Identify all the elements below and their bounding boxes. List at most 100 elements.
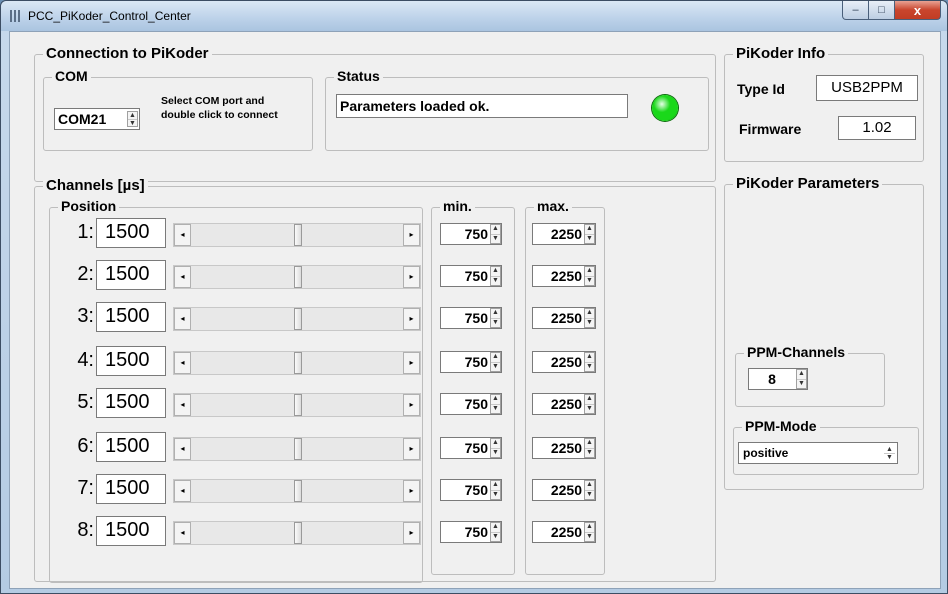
channel-max-spinner[interactable]: ▲ ▼ [584,522,595,542]
channel-max-spinner[interactable]: ▲ ▼ [584,224,595,244]
title-bar[interactable]: PCC_PiKoder_Control_Center – □ x [1,1,947,31]
channel-max-spinner[interactable]: ▲ ▼ [584,352,595,372]
ppm-channels-spinner[interactable]: ▲ ▼ [796,369,807,389]
slider-left-arrow-icon[interactable]: ◂ [174,266,191,288]
channel-value-input[interactable]: 1500 [96,388,166,418]
channel-value-input[interactable]: 1500 [96,474,166,504]
slider-thumb[interactable] [294,522,302,544]
ppm-mode-group: PPM-Mode positive ▲ ▼ [733,418,919,475]
ppm-mode-value: positive [743,446,789,460]
slider-left-arrow-icon[interactable]: ◂ [174,480,191,502]
channel-max-input[interactable]: 2250 ▲ ▼ [532,223,596,245]
slider-right-arrow-icon[interactable]: ▸ [403,352,420,374]
slider-right-arrow-icon[interactable]: ▸ [403,522,420,544]
channel-min-input[interactable]: 750 ▲ ▼ [440,479,502,501]
channel-max-input[interactable]: 2250 ▲ ▼ [532,479,596,501]
parameters-group: PiKoder Parameters PPM-Channels 8 ▲ ▼ PPM… [724,175,924,490]
com-group-title: COM [52,68,91,84]
channel-max-input[interactable]: 2250 ▲ ▼ [532,393,596,415]
ppm-channels-input[interactable]: 8 ▲ ▼ [748,368,808,390]
slider-left-arrow-icon[interactable]: ◂ [174,522,191,544]
channel-slider[interactable]: ◂ ▸ [173,521,421,545]
maximize-button[interactable]: □ [869,1,895,20]
close-button[interactable]: x [895,1,941,20]
slider-thumb[interactable] [294,352,302,374]
channel-min-input[interactable]: 750 ▲ ▼ [440,521,502,543]
slider-right-arrow-icon[interactable]: ▸ [403,480,420,502]
slider-right-arrow-icon[interactable]: ▸ [403,308,420,330]
channel-row: 2: 1500 ◂ ▸ [56,260,476,294]
channel-min-input[interactable]: 750 ▲ ▼ [440,351,502,373]
channel-min-spinner[interactable]: ▲ ▼ [490,308,501,328]
channel-number: 6: [77,435,94,457]
channel-min-spinner[interactable]: ▲ ▼ [490,438,501,458]
slider-thumb[interactable] [294,480,302,502]
channel-min-input[interactable]: 750 ▲ ▼ [440,437,502,459]
channel-row: 5: 1500 ◂ ▸ [56,388,476,422]
ppm-mode-spinner[interactable]: ▲ ▼ [884,446,895,461]
channel-min-input[interactable]: 750 ▲ ▼ [440,223,502,245]
slider-right-arrow-icon[interactable]: ▸ [403,394,420,416]
channel-slider[interactable]: ◂ ▸ [173,265,421,289]
minimize-button[interactable]: – [842,1,869,20]
slider-right-arrow-icon[interactable]: ▸ [403,224,420,246]
channel-max-input[interactable]: 2250 ▲ ▼ [532,307,596,329]
channel-slider[interactable]: ◂ ▸ [173,393,421,417]
channel-max-spinner[interactable]: ▲ ▼ [584,480,595,500]
position-group-title: Position [58,198,120,214]
max-group: max. [525,198,605,575]
com-port-select[interactable]: COM21 ▲ ▼ [54,108,140,130]
channel-max-spinner[interactable]: ▲ ▼ [584,394,595,414]
channel-max-input[interactable]: 2250 ▲ ▼ [532,437,596,459]
channel-max-value: 2250 [550,440,582,456]
slider-right-arrow-icon[interactable]: ▸ [403,438,420,460]
slider-thumb[interactable] [294,394,302,416]
channel-slider[interactable]: ◂ ▸ [173,223,421,247]
channel-min-spinner[interactable]: ▲ ▼ [490,352,501,372]
slider-left-arrow-icon[interactable]: ◂ [174,308,191,330]
slider-right-arrow-icon[interactable]: ▸ [403,266,420,288]
channel-value-input[interactable]: 1500 [96,432,166,462]
channel-max-input[interactable]: 2250 ▲ ▼ [532,521,596,543]
slider-left-arrow-icon[interactable]: ◂ [174,394,191,416]
channel-min-input[interactable]: 750 ▲ ▼ [440,307,502,329]
channel-min-input[interactable]: 750 ▲ ▼ [440,265,502,287]
channel-slider[interactable]: ◂ ▸ [173,307,421,331]
connection-group: Connection to PiKoder COM COM21 ▲ ▼ Selec… [34,45,716,182]
slider-left-arrow-icon[interactable]: ◂ [174,352,191,374]
channel-max-spinner[interactable]: ▲ ▼ [584,438,595,458]
com-port-spinner[interactable]: ▲ ▼ [127,111,138,127]
channel-value-input[interactable]: 1500 [96,302,166,332]
channel-min-spinner[interactable]: ▲ ▼ [490,480,501,500]
slider-left-arrow-icon[interactable]: ◂ [174,224,191,246]
channel-min-input[interactable]: 750 ▲ ▼ [440,393,502,415]
channel-min-spinner[interactable]: ▲ ▼ [490,266,501,286]
slider-thumb[interactable] [294,224,302,246]
slider-thumb[interactable] [294,308,302,330]
channel-max-input[interactable]: 2250 ▲ ▼ [532,265,596,287]
channel-value-input[interactable]: 1500 [96,346,166,376]
com-port-value: COM21 [58,111,107,127]
slider-left-arrow-icon[interactable]: ◂ [174,438,191,460]
channel-slider[interactable]: ◂ ▸ [173,351,421,375]
channel-value-input[interactable]: 1500 [96,260,166,290]
channel-min-spinner[interactable]: ▲ ▼ [490,394,501,414]
slider-thumb[interactable] [294,438,302,460]
channel-slider[interactable]: ◂ ▸ [173,479,421,503]
ppm-mode-title: PPM-Mode [742,418,820,434]
channel-max-spinner[interactable]: ▲ ▼ [584,308,595,328]
channel-slider[interactable]: ◂ ▸ [173,437,421,461]
channel-min-spinner[interactable]: ▲ ▼ [490,522,501,542]
channel-max-input[interactable]: 2250 ▲ ▼ [532,351,596,373]
ppm-mode-select[interactable]: positive ▲ ▼ [738,442,898,464]
window-title: PCC_PiKoder_Control_Center [28,9,191,23]
channel-value-input[interactable]: 1500 [96,218,166,248]
slider-thumb[interactable] [294,266,302,288]
channel-max-spinner[interactable]: ▲ ▼ [584,266,595,286]
channel-max-value: 2250 [550,226,582,242]
status-group: Status Parameters loaded ok. [325,68,709,151]
channel-min-spinner[interactable]: ▲ ▼ [490,224,501,244]
channel-row: 1: 1500 ◂ ▸ [56,218,476,252]
firmware-value: 1.02 [838,116,916,140]
channel-value-input[interactable]: 1500 [96,516,166,546]
